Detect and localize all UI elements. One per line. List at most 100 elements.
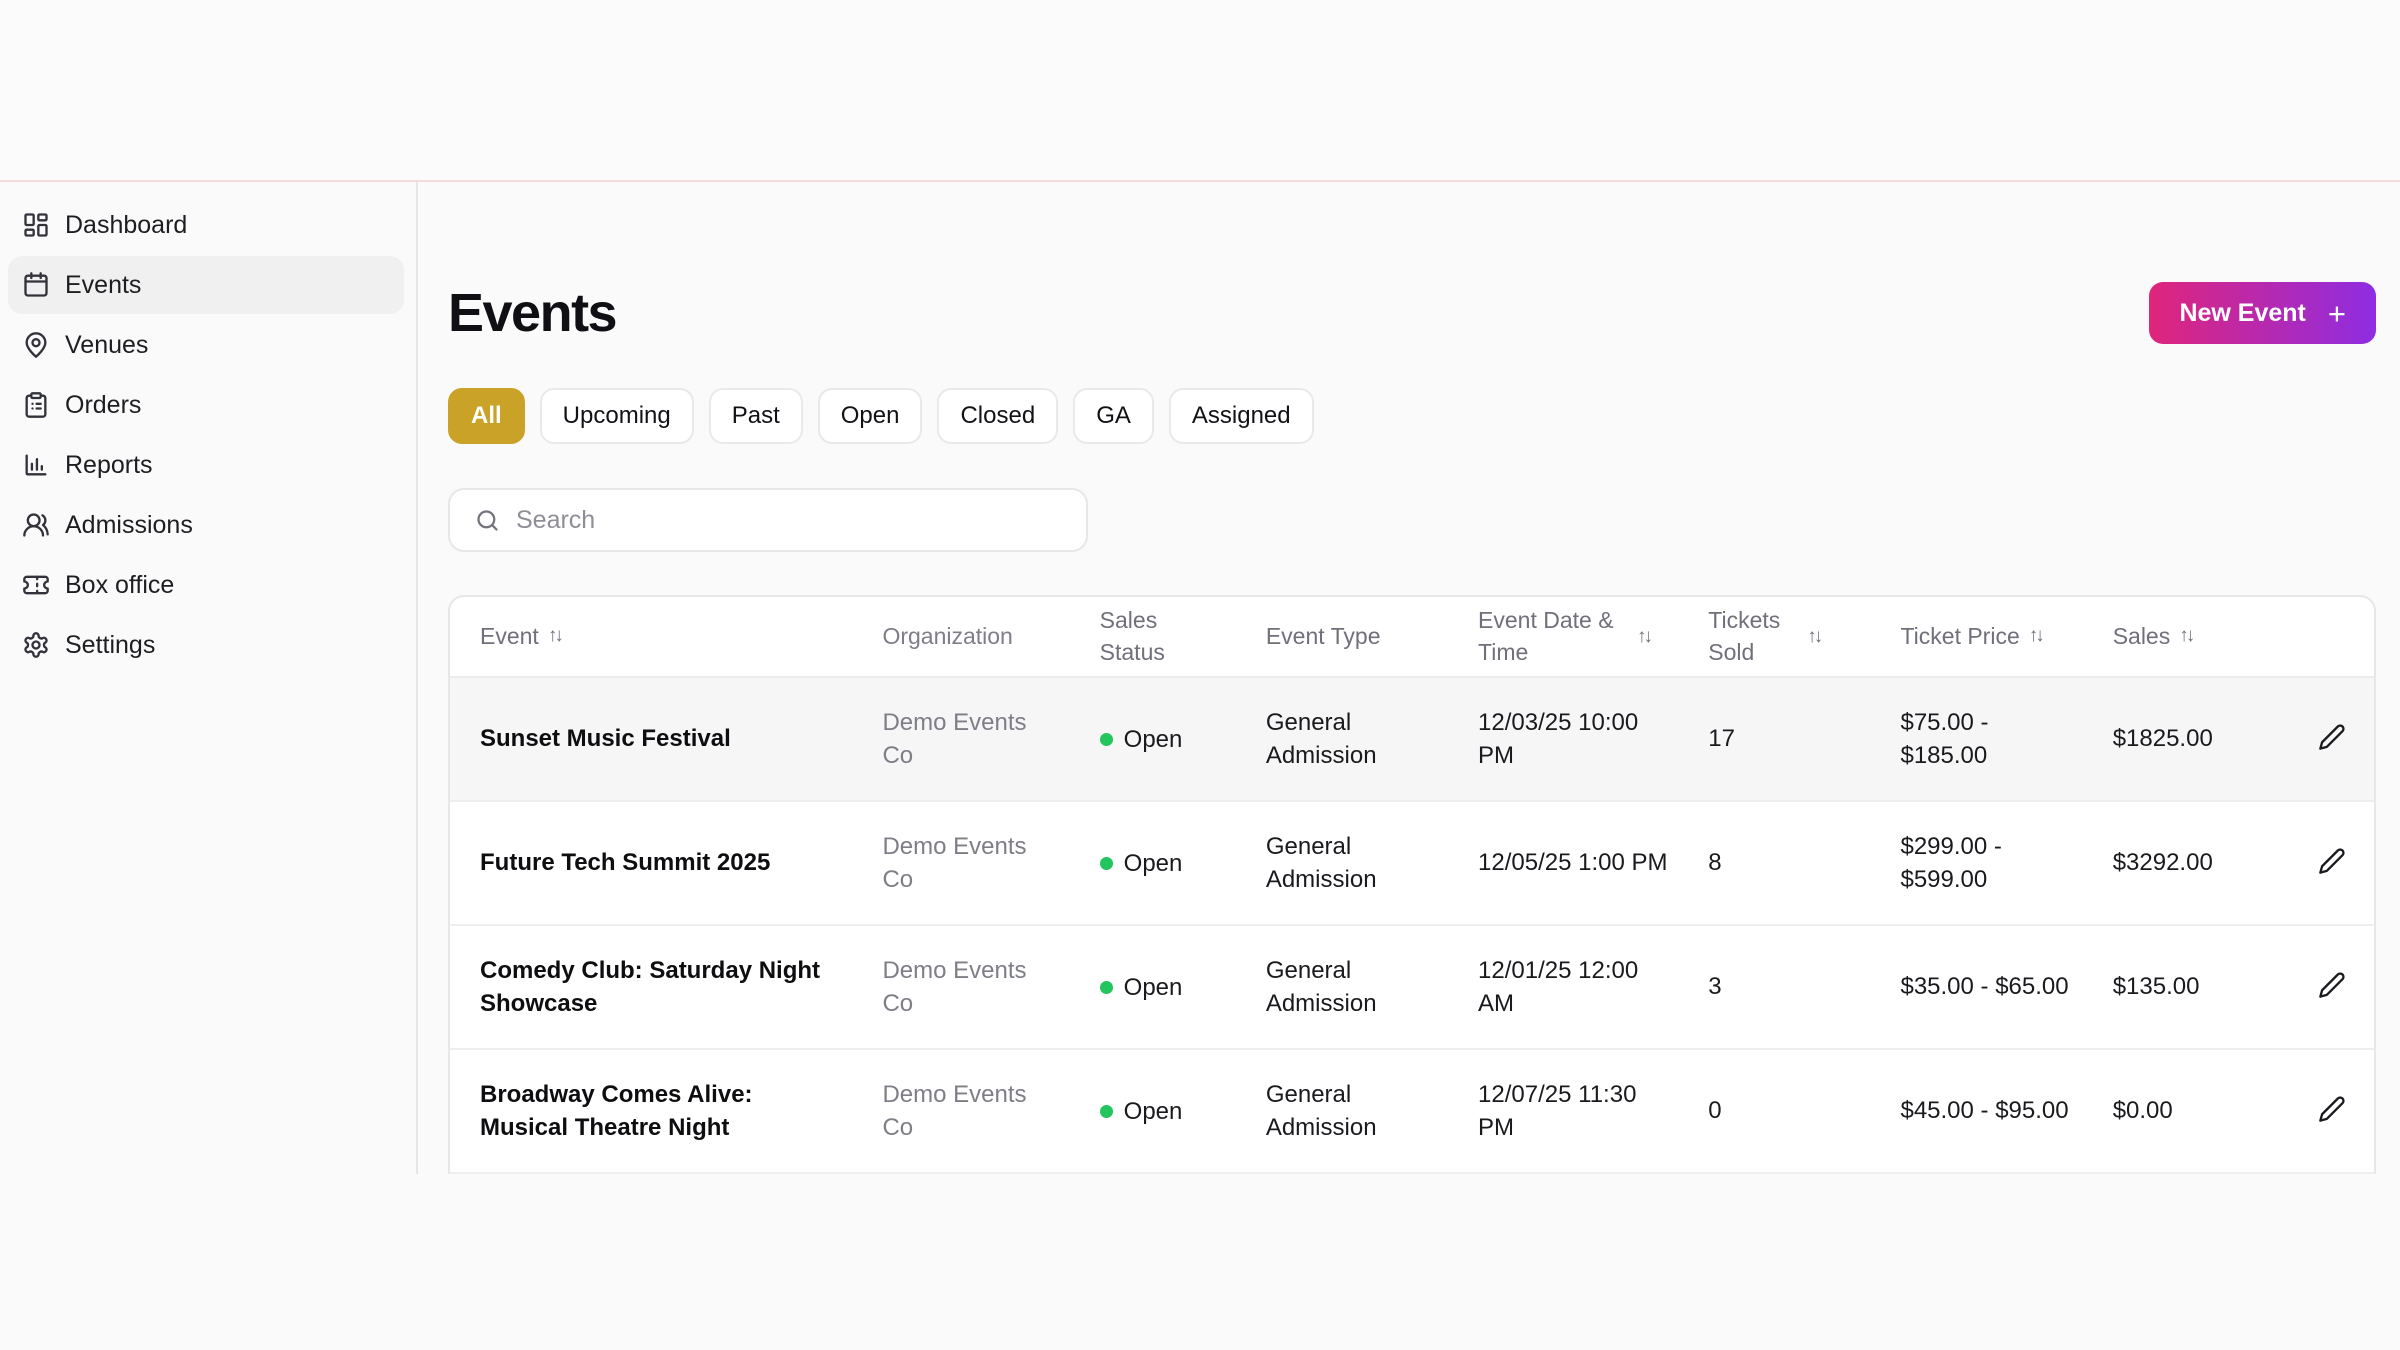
filter-chip-open[interactable]: Open <box>817 388 923 444</box>
cell-actions <box>2306 925 2374 1050</box>
sidebar-item-dashboard[interactable]: Dashboard <box>8 196 404 254</box>
users-icon <box>22 511 50 539</box>
sidebar-item-reports[interactable]: Reports <box>8 436 404 494</box>
cell-tickets-sold: 17 <box>1708 677 1901 802</box>
cell-event-datetime: 12/05/25 1:00 PM <box>1478 801 1709 926</box>
status-label: Open <box>1123 1097 1183 1125</box>
column-header-sales-status: Sales Status <box>1099 597 1266 678</box>
new-event-label: New Event <box>2179 298 2306 327</box>
cell-sales: $135.00 <box>2112 925 2307 1050</box>
cell-sales: $1825.00 <box>2112 677 2307 802</box>
cell-event-datetime: 12/07/25 11:30 PM <box>1478 1049 1709 1174</box>
sidebar-item-label: Reports <box>65 450 153 479</box>
sidebar-item-events[interactable]: Events <box>8 256 404 314</box>
column-label: Organization <box>882 622 1013 649</box>
search-box <box>448 488 1088 552</box>
cell-ticket-price: $35.00 - $65.00 <box>1900 925 2113 1050</box>
sort-icon: ↑↓ <box>547 625 564 647</box>
edit-button[interactable] <box>2312 965 2352 1005</box>
sidebar-item-label: Orders <box>65 390 142 419</box>
event-name: Broadway Comes Alive: Musical Theatre Ni… <box>480 1080 753 1141</box>
filter-chip-all[interactable]: All <box>448 388 525 444</box>
pencil-icon <box>2318 971 2346 999</box>
main-content: Events New Event + All Upcoming Past Open Cl… <box>418 182 2400 1174</box>
organization-name: Demo Events Co <box>882 832 1027 893</box>
column-label: Event Type <box>1265 622 1381 649</box>
column-label: Event Date & Time <box>1478 607 1614 665</box>
pencil-icon <box>2318 847 2346 875</box>
edit-button[interactable] <box>2312 1089 2352 1129</box>
column-label: Event <box>480 622 539 649</box>
search-input[interactable] <box>516 505 1062 535</box>
cell-sales-status: Open <box>1099 677 1266 802</box>
cell-ticket-price: $75.00 - $185.00 <box>1900 677 2113 802</box>
column-label: Sales Status <box>1099 607 1165 665</box>
calendar-icon <box>22 271 50 299</box>
table-row[interactable]: Broadway Comes Alive: Musical Theatre Ni… <box>450 1049 2374 1174</box>
page-header: Events New Event + <box>448 282 2376 344</box>
sidebar-item-label: Dashboard <box>65 210 188 239</box>
sidebar-item-label: Settings <box>65 630 156 659</box>
sidebar-item-settings[interactable]: Settings <box>8 616 404 674</box>
column-header-event-datetime[interactable]: Event Date & Time ↑↓ <box>1478 597 1709 678</box>
filter-chip-past[interactable]: Past <box>708 388 803 444</box>
cell-event-type: General Admission <box>1265 801 1479 926</box>
sort-icon: ↑↓ <box>1807 625 1823 647</box>
status-dot <box>1099 1104 1113 1118</box>
sidebar-item-box-office[interactable]: Box office <box>8 556 404 614</box>
column-header-actions <box>2306 597 2374 678</box>
cell-event-datetime: 12/03/25 10:00 PM <box>1478 677 1709 802</box>
event-name: Comedy Club: Saturday Night Showcase <box>480 956 821 1017</box>
column-header-tickets-sold[interactable]: Tickets Sold ↑↓ <box>1708 597 1901 678</box>
status-label: Open <box>1123 849 1183 877</box>
gear-icon <box>22 631 50 659</box>
sidebar-item-label: Box office <box>65 570 175 599</box>
column-header-event[interactable]: Event ↑↓ <box>450 597 883 678</box>
sidebar-item-orders[interactable]: Orders <box>8 376 404 434</box>
filter-chip-assigned[interactable]: Assigned <box>1168 388 1314 444</box>
sidebar-item-admissions[interactable]: Admissions <box>8 496 404 554</box>
column-header-ticket-price[interactable]: Ticket Price ↑↓ <box>1900 597 2113 678</box>
cell-event: Future Tech Summit 2025 <box>450 801 883 926</box>
table-row[interactable]: Future Tech Summit 2025 Demo Events Co Ope… <box>450 801 2374 926</box>
status-label: Open <box>1123 973 1183 1001</box>
new-event-button[interactable]: New Event + <box>2149 282 2376 344</box>
filter-chips: All Upcoming Past Open Closed GA Assigned <box>448 388 2376 444</box>
table-row[interactable]: Sunset Music Festival Demo Events Co Open G… <box>450 677 2374 802</box>
column-label: Ticket Price <box>1900 622 2020 649</box>
cell-organization: Demo Events Co <box>882 925 1100 1050</box>
edit-button[interactable] <box>2312 841 2352 881</box>
cell-ticket-price: $299.00 - $599.00 <box>1900 801 2113 926</box>
edit-button[interactable] <box>2312 717 2352 757</box>
status-label: Open <box>1123 725 1183 753</box>
plus-icon: + <box>2327 295 2346 331</box>
sidebar-item-venues[interactable]: Venues <box>8 316 404 374</box>
organization-name: Demo Events Co <box>882 708 1027 769</box>
page-title: Events <box>448 283 618 343</box>
column-header-sales[interactable]: Sales ↑↓ <box>2112 597 2307 678</box>
top-strip <box>0 0 2400 182</box>
cell-actions <box>2306 677 2374 802</box>
cell-sales-status: Open <box>1099 1049 1266 1174</box>
map-pin-icon <box>22 331 50 359</box>
column-header-event-type: Event Type <box>1265 597 1479 678</box>
cell-event-type: General Admission <box>1265 677 1479 802</box>
pencil-icon <box>2318 1095 2346 1123</box>
cell-actions <box>2306 801 2374 926</box>
sidebar: Dashboard Events Venues Orders Reports Admiss… <box>0 182 418 1174</box>
dashboard-icon <box>22 211 50 239</box>
cell-organization: Demo Events Co <box>882 801 1100 926</box>
status-dot <box>1099 856 1113 870</box>
filter-chip-ga[interactable]: GA <box>1073 388 1154 444</box>
filter-chip-upcoming[interactable]: Upcoming <box>539 388 694 444</box>
table-row[interactable]: Comedy Club: Saturday Night Showcase Demo… <box>450 925 2374 1050</box>
clipboard-icon <box>22 391 50 419</box>
table-body: Sunset Music Festival Demo Events Co Open G… <box>450 677 2374 1174</box>
column-label: Tickets Sold <box>1708 607 1781 665</box>
sort-icon: ↑↓ <box>2179 625 2195 647</box>
table-header-row: Event ↑↓ Organization Sales Status Event Typ… <box>450 597 2374 678</box>
ticket-icon <box>22 571 50 599</box>
filter-chip-closed[interactable]: Closed <box>937 388 1059 444</box>
sort-icon: ↑↓ <box>2028 625 2045 647</box>
status-dot <box>1099 732 1113 746</box>
